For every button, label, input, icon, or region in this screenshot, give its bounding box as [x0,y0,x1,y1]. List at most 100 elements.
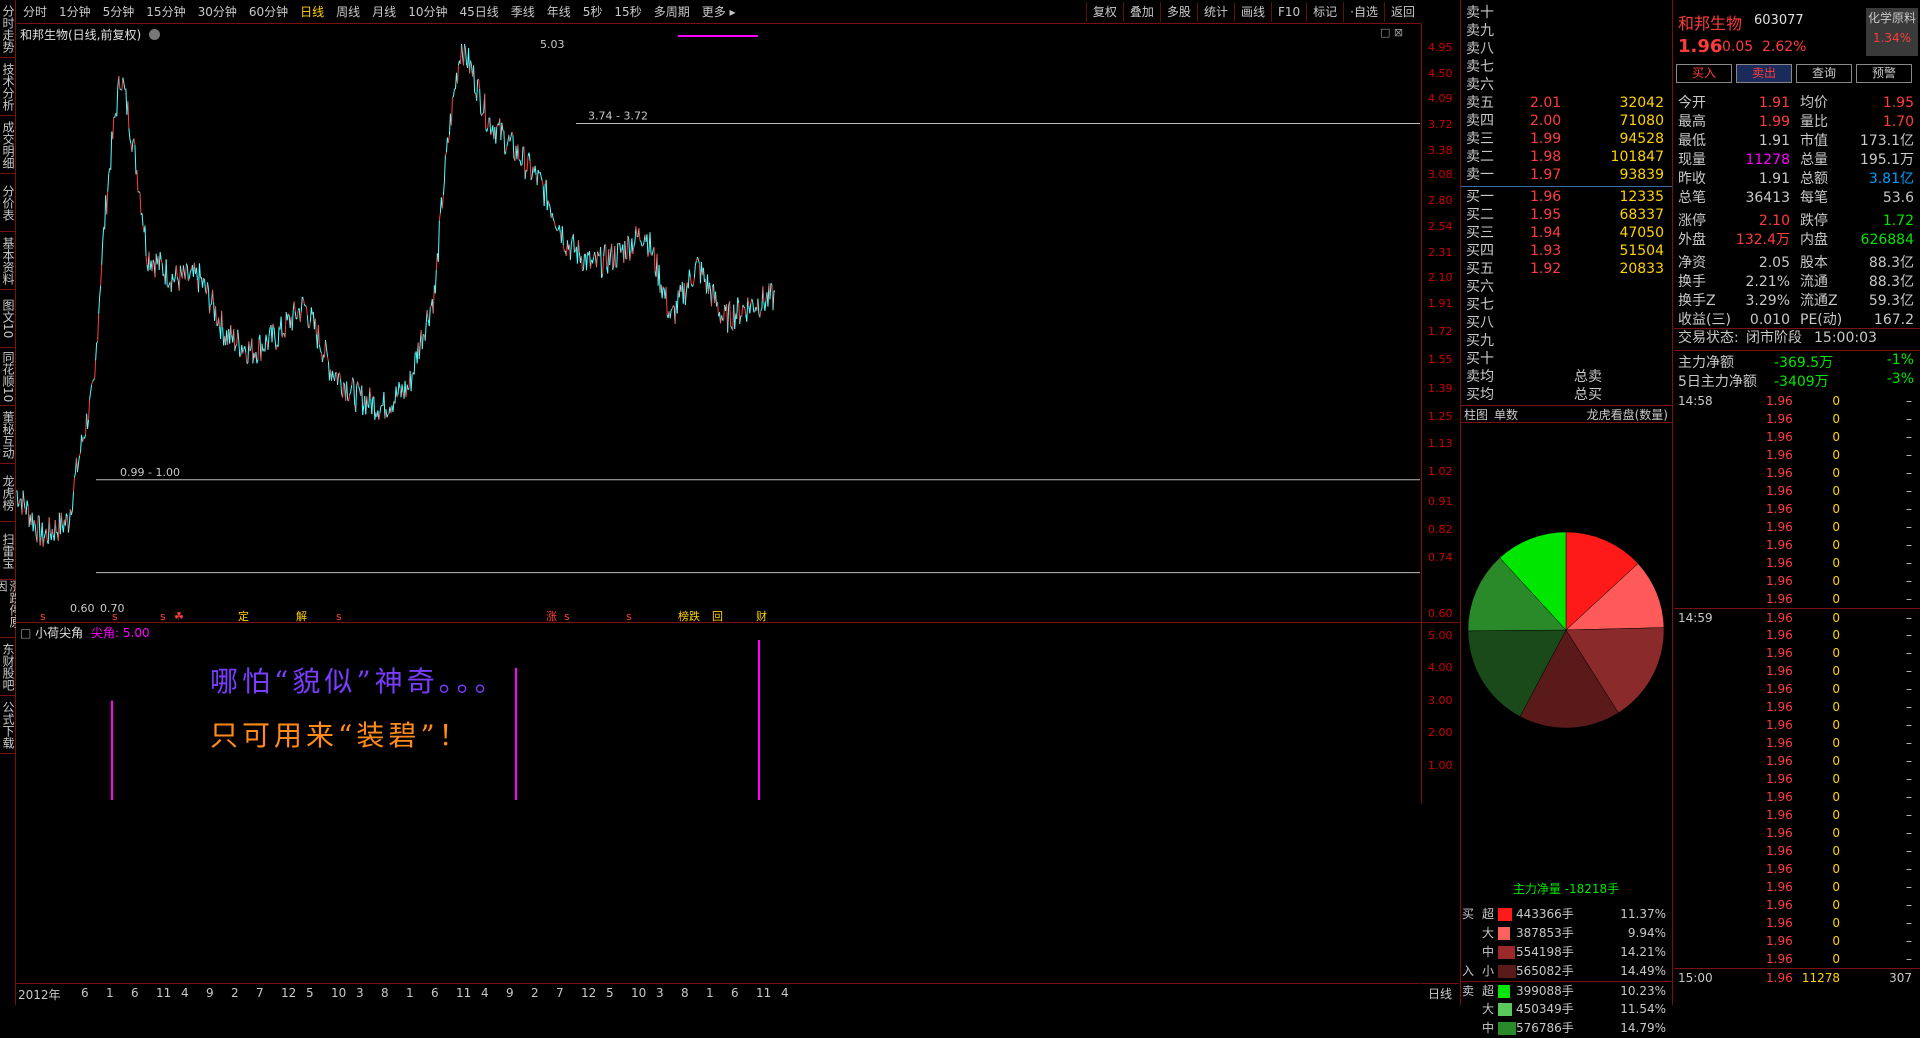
period-3[interactable]: 15分钟 [140,2,191,22]
side-tab-12[interactable]: 公式下载 [0,696,16,754]
side-tab-0[interactable]: 分时走势 [0,0,16,58]
price-tick: 1.13 [1428,437,1453,450]
period-0[interactable]: 分时 [17,2,53,22]
trade-button-1[interactable]: 卖出 [1736,64,1792,83]
indicator-settings-icon[interactable]: □ [20,626,31,640]
tab-longhu[interactable]: 龙虎看盘(数量) [1587,406,1668,424]
side-tab-1[interactable]: 技术分析 [0,58,16,116]
period-15[interactable]: 多周期 [648,2,696,22]
side-tab-5[interactable]: 图文10 [0,290,16,348]
side-tab-6[interactable]: 同花顺10 [0,348,16,406]
period-1[interactable]: 1分钟 [53,2,97,22]
tick-row: 1.960– [1674,860,1920,878]
period-4[interactable]: 30分钟 [192,2,243,22]
period-8[interactable]: 月线 [366,2,402,22]
period-2[interactable]: 5分钟 [97,2,141,22]
period-11[interactable]: 季线 [505,2,541,22]
price-tick: 1.55 [1428,353,1453,366]
period-10[interactable]: 45日线 [453,2,504,22]
tool-3[interactable]: 统计 [1197,2,1234,22]
price-segment [146,256,147,265]
bid-row[interactable]: 买三1.9447050 [1460,224,1672,242]
bid-row[interactable]: 买二1.9568337 [1460,206,1672,224]
main-net-pct: -1% [1887,352,1914,368]
side-tab-10[interactable]: 涨跌停原因 [0,580,16,638]
tool-1[interactable]: 叠加 [1123,2,1160,22]
period-5[interactable]: 60分钟 [243,2,294,22]
tool-6[interactable]: 标记 [1306,2,1343,22]
price-segment [46,529,47,541]
tool-4[interactable]: 画线 [1234,2,1271,22]
price-segment [372,397,373,414]
tick-count: – [1906,932,1912,950]
price-segment [319,345,320,351]
tick-price: 1.96 [1766,446,1793,464]
indicator-name[interactable]: 小荷尖角 [35,626,83,640]
ask-row[interactable]: 卖八 [1460,40,1672,58]
tool-7[interactable]: ·自选 [1343,2,1384,22]
side-tab-9[interactable]: 扫雷宝 [0,522,16,580]
trade-button-2[interactable]: 查询 [1796,64,1852,83]
sector-badge[interactable]: 化学原料 1.34% [1866,8,1918,56]
event-marker-10[interactable]: 榜跌 [678,609,700,623]
period-16[interactable]: 更多 ▸ [696,2,742,22]
kline-chart[interactable]: 5.033.74 - 3.720.99 - 1.000.600.70sss☘定解… [16,24,1420,624]
tool-2[interactable]: 多股 [1160,2,1197,22]
event-marker-4[interactable]: 定 [238,609,249,623]
event-marker-12[interactable]: 财 [756,609,767,623]
tab-count[interactable]: 单数 [1494,406,1518,424]
price-segment [642,246,643,247]
side-tab-2[interactable]: 成交明细 [0,116,16,174]
ask-row[interactable]: 卖三1.9994528 [1460,130,1672,148]
period-13[interactable]: 5秒 [577,2,609,22]
ask-row[interactable]: 卖五2.0132042 [1460,94,1672,112]
trade-button-3[interactable]: 预警 [1856,64,1912,83]
bid-row[interactable]: 买四1.9351504 [1460,242,1672,260]
ask-row[interactable]: 卖二1.98101847 [1460,148,1672,166]
side-tab-3[interactable]: 分价表 [0,174,16,232]
period-12[interactable]: 年线 [541,2,577,22]
side-tab-7[interactable]: 董秘互动 [0,406,16,464]
ask-row[interactable]: 卖九 [1460,22,1672,40]
side-tab-11[interactable]: 东财股吧 [0,638,16,696]
trade-button-0[interactable]: 买入 [1676,64,1732,83]
ask-row[interactable]: 卖七 [1460,58,1672,76]
price-segment [694,265,695,278]
price-segment [168,285,169,288]
ask-row[interactable]: 卖六 [1460,76,1672,94]
stock-name: 和邦生物 [1678,10,1742,34]
ask-row[interactable]: 卖四2.0071080 [1460,112,1672,130]
tick-count: – [1906,446,1912,464]
tab-bar-chart[interactable]: 柱图 [1464,406,1488,424]
bid-row[interactable]: 买八 [1460,314,1672,332]
date-tick: 6 [131,986,139,1000]
period-9[interactable]: 10分钟 [402,2,453,22]
period-label: 日线 [1421,983,1459,1005]
period-7[interactable]: 周线 [330,2,366,22]
tool-0[interactable]: 复权 [1086,2,1123,22]
bid-row[interactable]: 买一1.9612335 [1460,188,1672,206]
price-segment [537,170,538,185]
bid-row[interactable]: 买十 [1460,350,1672,368]
tool-5[interactable]: F10 [1271,2,1306,22]
bid-row[interactable]: 买五1.9220833 [1460,260,1672,278]
event-marker-5[interactable]: 解 [296,609,307,623]
bid-row[interactable]: 买七 [1460,296,1672,314]
tick-count: – [1906,950,1912,968]
bid-label: 买九 [1466,332,1494,350]
price-segment [320,350,321,353]
side-tab-4[interactable]: 基本资料 [0,232,16,290]
avg-sell: 卖均 [1466,368,1494,386]
tool-8[interactable]: 返回 [1384,2,1421,22]
period-6[interactable]: 日线 [294,2,330,22]
period-14[interactable]: 15秒 [608,2,647,22]
bid-row[interactable]: 买六 [1460,278,1672,296]
main-net-value: -369.5万 [1774,352,1833,372]
ask-row[interactable]: 卖一1.9793839 [1460,166,1672,184]
flow-side: 入 [1462,962,1474,981]
bid-row[interactable]: 买九 [1460,332,1672,350]
price-segment [439,213,440,220]
side-tab-8[interactable]: 龙虎榜 [0,464,16,522]
quote-row: 净资2.05股本88.3亿 [1674,254,1920,273]
ask-row[interactable]: 卖十 [1460,4,1672,22]
